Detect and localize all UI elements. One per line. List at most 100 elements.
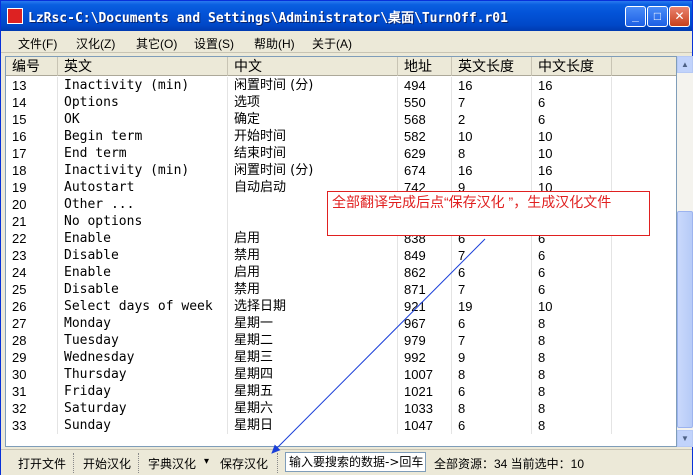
cell-id[interactable]: 26	[6, 298, 58, 315]
cell-en-length[interactable]: 6	[452, 417, 532, 434]
cell-chinese[interactable]: 星期六	[228, 400, 398, 417]
cell-chinese[interactable]: 启用	[228, 264, 398, 281]
cell-address[interactable]: 582	[398, 128, 452, 145]
cell-chinese[interactable]: 星期二	[228, 332, 398, 349]
header-zh-length[interactable]: 中文长度	[532, 57, 612, 76]
table-row[interactable]: 16 Begin term 开始时间 582 10 10	[6, 128, 676, 145]
cell-id[interactable]: 23	[6, 247, 58, 264]
cell-chinese[interactable]: 选择日期	[228, 298, 398, 315]
cell-en-length[interactable]: 8	[452, 366, 532, 383]
table-row[interactable]: 17 End term 结束时间 629 8 10	[6, 145, 676, 162]
cell-chinese[interactable]: 禁用	[228, 281, 398, 298]
cell-english[interactable]: OK	[58, 111, 228, 128]
cell-english[interactable]: Options	[58, 94, 228, 111]
cell-zh-length[interactable]: 8	[532, 366, 612, 383]
cell-en-length[interactable]: 6	[452, 264, 532, 281]
maximize-button[interactable]: □	[647, 6, 668, 27]
cell-address[interactable]: 967	[398, 315, 452, 332]
table-row[interactable]: 24 Enable 启用 862 6 6	[6, 264, 676, 281]
cell-address[interactable]: 862	[398, 264, 452, 281]
table-row[interactable]: 25 Disable 禁用 871 7 6	[6, 281, 676, 298]
cell-chinese[interactable]: 星期日	[228, 417, 398, 434]
menu-help[interactable]: 帮助(H)	[254, 35, 295, 52]
cell-id[interactable]: 32	[6, 400, 58, 417]
cell-zh-length[interactable]: 8	[532, 332, 612, 349]
cell-id[interactable]: 17	[6, 145, 58, 162]
cell-address[interactable]: 921	[398, 298, 452, 315]
save-translate-button[interactable]: 保存汉化	[220, 455, 268, 472]
cell-zh-length[interactable]: 16	[532, 162, 612, 179]
cell-zh-length[interactable]: 8	[532, 417, 612, 434]
cell-address[interactable]: 674	[398, 162, 452, 179]
start-translate-button[interactable]: 开始汉化	[83, 455, 131, 472]
table-row[interactable]: 32 Saturday 星期六 1033 8 8	[6, 400, 676, 417]
cell-english[interactable]: No options	[58, 213, 228, 230]
cell-english[interactable]: Disable	[58, 247, 228, 264]
cell-address[interactable]: 1033	[398, 400, 452, 417]
table-row[interactable]: 23 Disable 禁用 849 7 6	[6, 247, 676, 264]
cell-address[interactable]: 992	[398, 349, 452, 366]
table-row[interactable]: 14 Options 选项 550 7 6	[6, 94, 676, 111]
title-bar[interactable]: LzRsc-C:\Documents and Settings\Administ…	[1, 1, 692, 31]
cell-chinese[interactable]: 结束时间	[228, 145, 398, 162]
cell-address[interactable]: 1047	[398, 417, 452, 434]
header-address[interactable]: 地址	[398, 57, 452, 76]
cell-english[interactable]: Monday	[58, 315, 228, 332]
open-file-button[interactable]: 打开文件	[18, 455, 66, 472]
cell-english[interactable]: Saturday	[58, 400, 228, 417]
cell-chinese[interactable]: 星期四	[228, 366, 398, 383]
minimize-button[interactable]: _	[625, 6, 646, 27]
cell-zh-length[interactable]: 6	[532, 264, 612, 281]
cell-en-length[interactable]: 6	[452, 315, 532, 332]
cell-zh-length[interactable]: 6	[532, 94, 612, 111]
cell-en-length[interactable]: 7	[452, 332, 532, 349]
cell-chinese[interactable]: 确定	[228, 111, 398, 128]
table-row[interactable]: 30 Thursday 星期四 1007 8 8	[6, 366, 676, 383]
cell-id[interactable]: 30	[6, 366, 58, 383]
cell-zh-length[interactable]: 10	[532, 298, 612, 315]
resource-table[interactable]: 编号 英文 中文 地址 英文长度 中文长度 13 Inactivity (min)…	[5, 56, 677, 447]
menu-settings[interactable]: 设置(S)	[194, 35, 234, 52]
menu-about[interactable]: 关于(A)	[312, 35, 352, 52]
cell-english[interactable]: Tuesday	[58, 332, 228, 349]
cell-en-length[interactable]: 8	[452, 400, 532, 417]
cell-chinese[interactable]: 星期一	[228, 315, 398, 332]
cell-id[interactable]: 19	[6, 179, 58, 196]
cell-english[interactable]: Enable	[58, 230, 228, 247]
header-english[interactable]: 英文	[58, 57, 228, 76]
cell-english[interactable]: Friday	[58, 383, 228, 400]
cell-zh-length[interactable]: 16	[532, 77, 612, 94]
dropdown-arrow-icon[interactable]: ▾	[204, 456, 209, 467]
cell-english[interactable]: Wednesday	[58, 349, 228, 366]
cell-en-length[interactable]: 6	[452, 383, 532, 400]
cell-address[interactable]: 1021	[398, 383, 452, 400]
cell-id[interactable]: 13	[6, 77, 58, 94]
menu-translate[interactable]: 汉化(Z)	[76, 35, 115, 52]
cell-address[interactable]: 568	[398, 111, 452, 128]
table-row[interactable]: 13 Inactivity (min) 闲置时间 (分) 494 16 16	[6, 77, 676, 94]
cell-address[interactable]: 629	[398, 145, 452, 162]
cell-chinese[interactable]: 闲置时间 (分)	[228, 77, 398, 94]
search-input[interactable]: 输入要搜索的数据->回车	[285, 452, 426, 472]
cell-id[interactable]: 15	[6, 111, 58, 128]
cell-id[interactable]: 20	[6, 196, 58, 213]
cell-en-length[interactable]: 19	[452, 298, 532, 315]
cell-id[interactable]: 18	[6, 162, 58, 179]
cell-address[interactable]: 849	[398, 247, 452, 264]
scroll-down-icon[interactable]: ▼	[677, 430, 693, 447]
cell-id[interactable]: 22	[6, 230, 58, 247]
cell-zh-length[interactable]: 10	[532, 145, 612, 162]
cell-id[interactable]: 25	[6, 281, 58, 298]
cell-id[interactable]: 31	[6, 383, 58, 400]
cell-english[interactable]: Autostart	[58, 179, 228, 196]
cell-en-length[interactable]: 10	[452, 128, 532, 145]
cell-english[interactable]: Inactivity (min)	[58, 162, 228, 179]
cell-en-length[interactable]: 7	[452, 247, 532, 264]
cell-en-length[interactable]: 8	[452, 145, 532, 162]
cell-zh-length[interactable]: 8	[532, 315, 612, 332]
cell-english[interactable]: Inactivity (min)	[58, 77, 228, 94]
cell-address[interactable]: 871	[398, 281, 452, 298]
cell-chinese[interactable]: 星期三	[228, 349, 398, 366]
cell-address[interactable]: 979	[398, 332, 452, 349]
menu-file[interactable]: 文件(F)	[18, 35, 57, 52]
